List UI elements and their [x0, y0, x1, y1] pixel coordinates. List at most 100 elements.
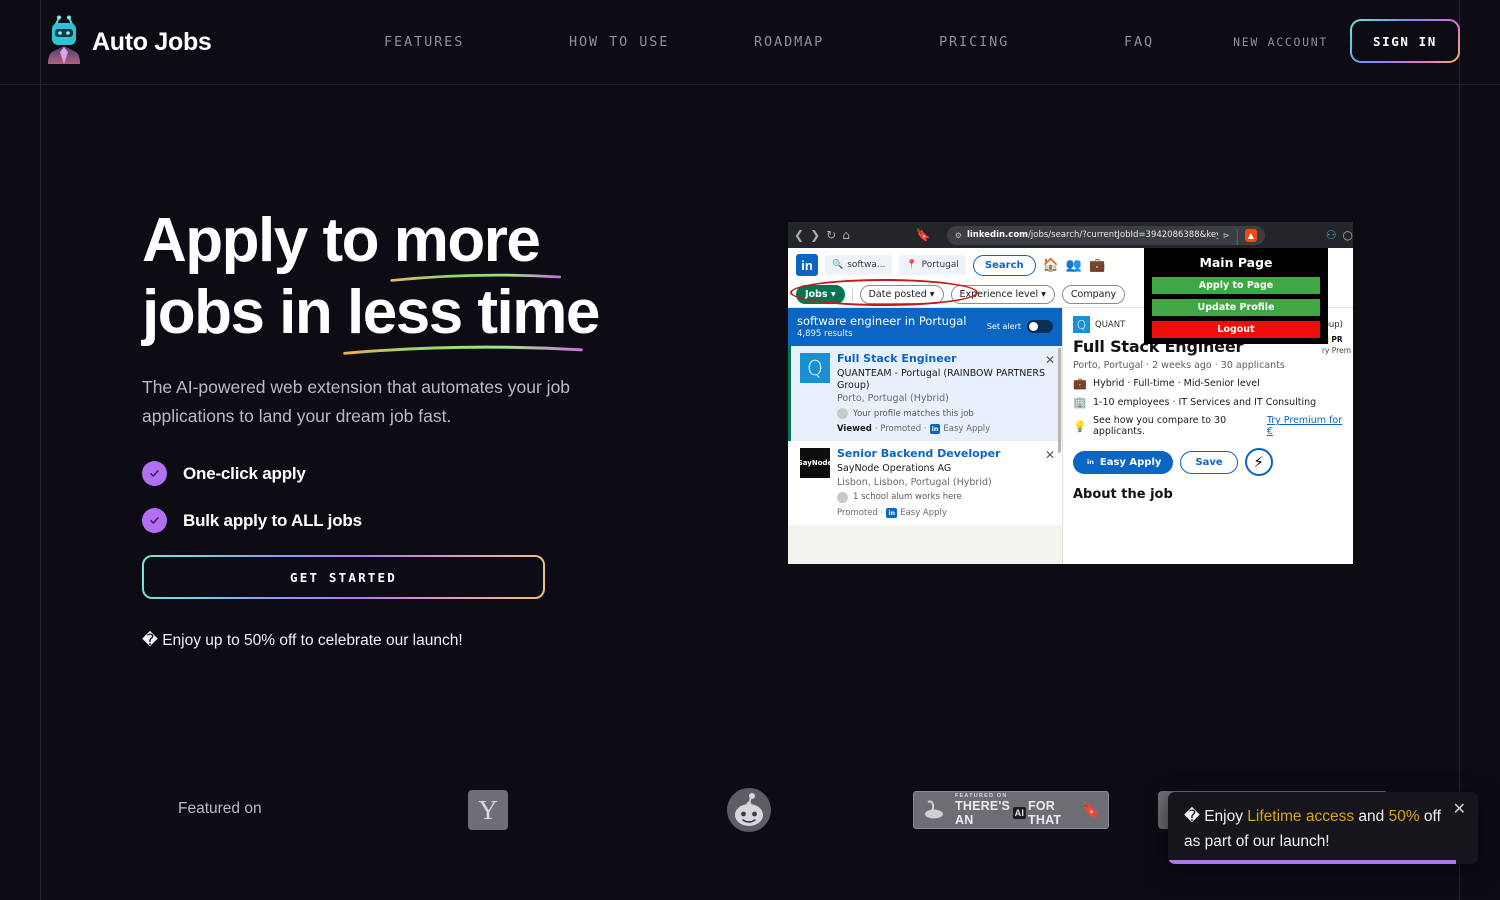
main-nav: FEATURES HOW TO USE ROADMAP PRICING FAQ — [384, 33, 1154, 51]
network-icon[interactable]: 👥 — [1066, 258, 1082, 273]
get-started-button[interactable]: GET STARTED — [144, 557, 543, 597]
bookmark-icon[interactable]: 🔖 — [916, 229, 931, 241]
dismiss-job-icon[interactable]: ✕ — [1045, 353, 1055, 367]
job-list-item[interactable]: Q Full Stack Engineer QUANTEAM - Portuga… — [788, 346, 1062, 442]
job-results-list: software engineer in Portugal 4,895 resu… — [788, 308, 1063, 564]
headline-emphasis-less-time: less time — [343, 277, 600, 355]
brave-lion-icon[interactable]: ▲ — [1245, 228, 1257, 242]
taft-main-pre: THERE'S AN — [955, 799, 1011, 827]
home-icon[interactable]: ⌂ — [842, 229, 850, 241]
url-host: linkedin.com — [966, 230, 1029, 240]
linkedin-logo[interactable]: in — [796, 254, 818, 276]
job-results-header: software engineer in Portugal 4,895 resu… — [788, 308, 1062, 346]
search-icon: 🔍 — [832, 260, 844, 270]
job-meta-viewed: Viewed — [837, 424, 872, 435]
detail-row-text: See how you compare to 30 applicants. — [1093, 415, 1227, 437]
detail-company-name: QUANT — [1095, 319, 1126, 330]
job-easy-apply-label: Easy Apply — [943, 424, 991, 435]
ycombinator-logo[interactable]: Y — [468, 790, 508, 830]
taft-ai-chip: AI — [1012, 807, 1027, 819]
site-header: Auto Jobs FEATURES HOW TO USE ROADMAP PR… — [0, 0, 1500, 84]
linkedin-search-button[interactable]: Search — [972, 254, 1036, 276]
sign-in-button-border: SIGN IN — [1350, 19, 1460, 63]
site-settings-icon[interactable]: ⚙ — [955, 231, 962, 240]
list-scrollbar[interactable] — [1058, 348, 1061, 453]
save-button[interactable]: Save — [1180, 450, 1238, 474]
apply-to-page-button[interactable]: Apply to Page — [1152, 277, 1320, 294]
chevron-right-icon[interactable]: ❯ — [810, 229, 820, 241]
brand[interactable]: Auto Jobs — [46, 14, 212, 70]
product-screenshot-mockup: ❮ ❯ ↻ ⌂ 🔖 ⚙ linkedin.com/jobs/search/?cu… — [788, 222, 1353, 564]
results-count: 4,895 results — [797, 329, 853, 339]
dismiss-job-icon[interactable]: ✕ — [1045, 448, 1055, 462]
filter-jobs[interactable]: Jobs ▾ — [796, 285, 845, 304]
update-profile-button[interactable]: Update Profile — [1152, 299, 1320, 316]
job-list-item[interactable]: SayNode Senior Backend Developer SayNode… — [788, 441, 1062, 525]
check-circle-icon — [142, 508, 167, 533]
avatar — [837, 408, 848, 420]
easy-apply-button[interactable]: in Easy Apply — [1073, 450, 1174, 474]
reddit-logo[interactable] — [724, 785, 774, 835]
landing-page: Auto Jobs FEATURES HOW TO USE ROADMAP PR… — [0, 0, 1500, 900]
toast-mid: and — [1354, 808, 1389, 825]
filter-date-posted[interactable]: Date posted ▾ — [859, 285, 944, 304]
theres-an-ai-for-that-badge[interactable]: FEATURED ON THERE'S AN AI FOR THAT 🔖 — [913, 791, 1109, 829]
toast-progress-bar — [1168, 860, 1457, 864]
nav-item-features[interactable]: FEATURES — [384, 34, 464, 50]
try-premium-link[interactable]: Try Premium for € — [1267, 415, 1343, 437]
new-account-link[interactable]: NEW ACCOUNT — [1233, 35, 1328, 49]
filter-label: Experience level — [959, 289, 1039, 300]
lightning-bolt-icon[interactable]: ⚡ — [1244, 448, 1273, 476]
detail-row-premium-tip: 💡 See how you compare to 30 applicants. … — [1073, 415, 1343, 437]
building-icon: 🏢 — [1073, 396, 1087, 409]
detail-job-sub: Porto, Portugal · 2 weeks ago · 30 appli… — [1073, 360, 1285, 371]
address-bar[interactable]: ⚙ linkedin.com/jobs/search/?currentJobId… — [946, 225, 1265, 245]
job-meta: Viewed · Promoted · in Easy Apply — [837, 424, 1054, 435]
job-meta-rest: · Promoted · — [874, 424, 927, 435]
job-meta-rest: Promoted · — [837, 507, 884, 518]
linkedin-location-input[interactable]: 📍 Portugal — [899, 255, 966, 275]
home-icon[interactable]: 🏠 — [1043, 258, 1059, 273]
job-title[interactable]: Full Stack Engineer — [837, 352, 1054, 366]
filter-company[interactable]: Company — [1061, 285, 1126, 304]
nav-item-pricing[interactable]: PRICING — [939, 34, 1009, 50]
search-query-text: software engineer in Portugal — [797, 314, 967, 328]
feature-item-one-click-apply: One-click apply — [142, 461, 702, 486]
linkedin-search-input[interactable]: 🔍 softwa... — [825, 255, 893, 275]
extensions-icon[interactable]: ⚇ — [1326, 229, 1337, 241]
set-alert-toggle[interactable] — [1027, 320, 1053, 333]
headline-line1-prefix: Apply to — [142, 206, 394, 275]
nav-item-faq[interactable]: FAQ — [1124, 34, 1154, 50]
company-logo: Q — [800, 353, 830, 383]
filter-experience-level[interactable]: Experience level ▾ — [950, 285, 1055, 304]
linkedin-content: software engineer in Portugal 4,895 resu… — [788, 308, 1353, 564]
taft-mark-icon — [925, 800, 943, 819]
share-icon[interactable]: ⊳ — [1223, 231, 1230, 240]
premium-label-1: PR — [1331, 335, 1343, 344]
job-company: QUANTEAM - Portugal (RAINBOW PARTNERS Gr… — [837, 367, 1046, 391]
page-title: Apply to more jobs in less time — [142, 205, 702, 355]
robot-in-suit-logo — [46, 14, 82, 70]
reload-icon[interactable]: ↻ — [826, 229, 836, 241]
logout-button[interactable]: Logout — [1152, 321, 1320, 338]
nav-item-roadmap[interactable]: ROADMAP — [754, 34, 824, 50]
chevron-left-icon[interactable]: ❮ — [794, 229, 804, 241]
filter-label: Company — [1070, 289, 1117, 300]
job-title[interactable]: Senior Backend Developer — [837, 448, 1054, 461]
headline-emphasis-less-time-text: less time — [347, 278, 600, 347]
profile-icon[interactable]: ○ — [1343, 229, 1353, 241]
taft-main-label: THERE'S AN AI FOR THAT — [955, 799, 1074, 827]
avatar — [837, 491, 848, 503]
extension-popup: Main Page Apply to Page Update Profile L… — [1144, 248, 1328, 344]
briefcase-icon: 💼 — [1073, 377, 1087, 390]
close-icon[interactable]: ✕ — [1453, 799, 1466, 819]
set-alert-control[interactable]: Set alert — [987, 320, 1053, 333]
sign-in-button[interactable]: SIGN IN — [1352, 21, 1458, 61]
nav-item-how-to-use[interactable]: HOW TO USE — [569, 34, 669, 50]
detail-row-employment: 💼 Hybrid · Full-time · Mid-Senior level — [1073, 377, 1343, 390]
jobs-icon[interactable]: 💼 — [1089, 258, 1105, 273]
easy-apply-label: Easy Apply — [1099, 456, 1162, 468]
left-rail-divider — [40, 0, 41, 900]
job-company: SayNode Operations AG — [837, 463, 952, 475]
linkedin-mini-logo: in — [929, 424, 941, 435]
